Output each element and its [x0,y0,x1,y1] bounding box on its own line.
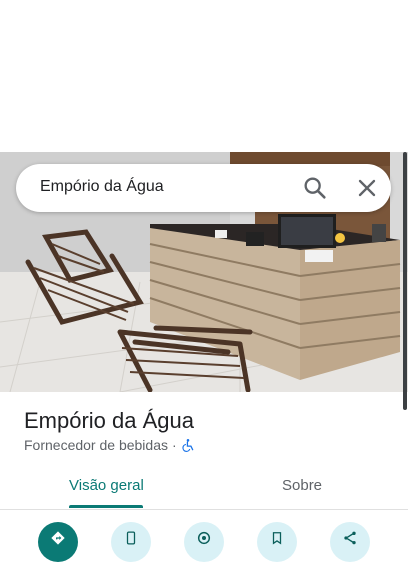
tab-indicator [69,505,143,508]
share-button[interactable] [330,522,370,562]
place-category: Fornecedor de bebidas [24,437,168,453]
search-bar[interactable]: Empório da Água [16,164,391,212]
scrollbar[interactable] [403,152,407,410]
tab-about[interactable]: Sobre [282,477,322,494]
directions-button[interactable] [38,522,78,562]
subtitle-separator: · [172,437,177,453]
search-icon[interactable] [301,174,329,202]
nearby-button[interactable] [184,522,224,562]
place-title: Empório da Água [24,408,194,433]
map-area-blank [0,0,408,152]
place-subtitle: Fornecedor de bebidas · [24,437,195,453]
tab-overview[interactable]: Visão geral [69,477,144,494]
call-button[interactable] [111,522,151,562]
save-icon [270,532,284,551]
place-tabs: Visão geral Sobre [0,464,408,510]
action-bar [0,522,408,562]
directions-icon [50,531,66,551]
save-button[interactable] [257,522,297,562]
close-icon[interactable] [353,174,381,202]
share-icon [342,531,358,551]
phone-icon [124,531,138,551]
wheelchair-accessible-icon [181,438,195,452]
nearby-icon [196,531,212,551]
search-input[interactable]: Empório da Água [40,178,164,196]
